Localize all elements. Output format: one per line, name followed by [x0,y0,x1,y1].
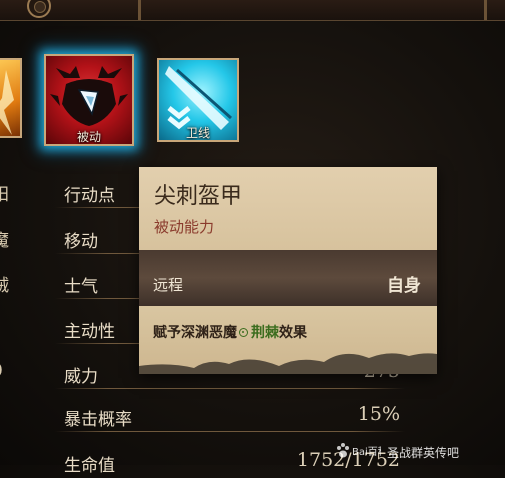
tooltip-range-bar: 远程 自身 [139,250,437,306]
skill-frame [0,58,22,138]
cropped-left-glyph: 阳 [0,185,9,205]
frame-ornament-icon [27,0,51,18]
stat-label: 暴击概率 [64,410,132,430]
stat-label: 移动 [64,232,98,252]
range-label: 远程 [153,276,184,294]
row-divider [55,388,405,389]
skill-frame: 被动 [44,54,134,146]
watermark-text: 圣战群英传吧 [387,446,460,460]
stat-label: 主动性 [64,322,115,342]
tooltip-desc-line: 赋予深渊恶魔 荆棘效果 [153,322,307,342]
desc-prefix: 赋予深渊恶魔 [153,325,237,341]
baidu-logo-text: Bai百科 [352,445,381,458]
tooltip-subtitle: 被动能力 [154,218,215,236]
skill-slot-passive[interactable]: 被动 [44,54,134,146]
cropped-left-glyph: 魔 [0,231,9,251]
stat-label: 威力 [64,367,98,387]
top-frame-bar [0,0,505,21]
skill-label: 卫线 [185,126,210,140]
ink-wash-decoration [139,353,437,374]
baidu-watermark: Bai百科 圣战群英传吧 [335,440,505,465]
frame-edge [138,0,141,20]
ability-tooltip: 尖刺盔甲 被动能力 远程 自身 赋予深渊恶魔 荆棘效果 [139,167,437,374]
stat-label: 士气 [64,277,98,297]
tooltip-header: 尖刺盔甲 被动能力 [139,167,437,250]
stat-row-crit-chance: 暴击概率 15% [0,402,410,432]
tooltip-title: 尖刺盔甲 [154,184,243,209]
frame-edge [484,0,487,20]
target-label: 自身 [387,276,421,296]
skill-label: 被动 [76,130,101,144]
baidu-paw-icon: Bai百科 [337,443,381,458]
skill-slot-partial[interactable] [0,58,22,138]
tooltip-description: 赋予深渊恶魔 荆棘效果 [139,306,437,374]
stat-label: 行动点 [64,186,115,206]
row-divider [55,431,405,432]
thorns-icon [239,328,248,337]
stat-label: 生命值 [64,456,115,476]
flame-skill-icon [0,70,14,135]
cropped-left-glyph: 贼 [0,276,9,296]
skill-slot-guard[interactable]: 卫线 [157,58,239,142]
stat-value: 15% [357,403,400,425]
keyword-thorns[interactable]: 荆棘 [251,325,279,341]
skill-frame: 卫线 [157,58,239,142]
cropped-left-glyph: 0 [0,361,3,381]
desc-suffix: 效果 [279,325,307,341]
